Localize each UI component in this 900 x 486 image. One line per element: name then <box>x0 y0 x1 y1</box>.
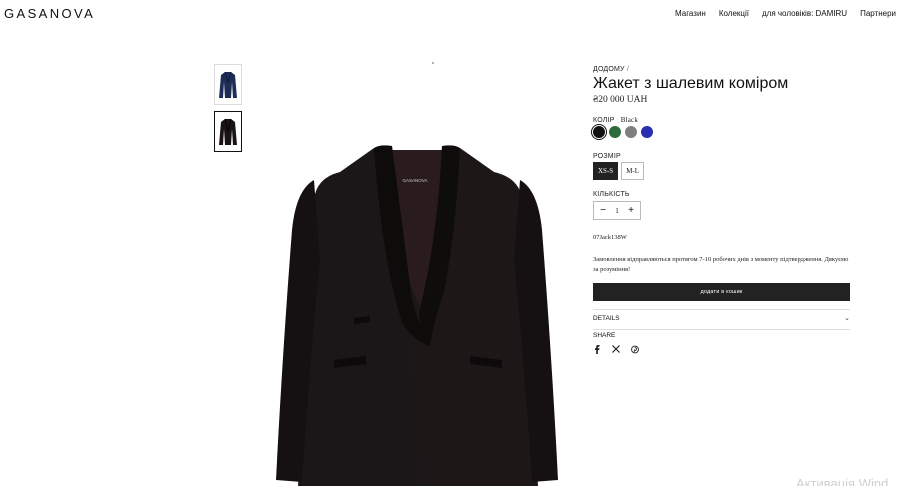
details-accordion[interactable]: DETAILS ⌄ <box>593 315 850 327</box>
site-header: GASANOVA Магазин Колекції для чоловіків:… <box>0 0 900 30</box>
jacket-brand-label: GASANOVA <box>403 178 428 183</box>
quantity-value[interactable]: 1 <box>615 207 619 215</box>
shipping-note: Замовлення відправляються протягом 7-10 … <box>593 256 849 273</box>
size-xs-s[interactable]: XS-S <box>593 162 619 180</box>
add-to-cart-button[interactable]: додати в кошик <box>593 283 850 301</box>
nav-partners[interactable]: Партнери <box>860 9 896 18</box>
product-title: Жакет з шалевим коміром <box>593 75 789 92</box>
size-label: РОЗМІР <box>593 153 621 160</box>
divider <box>593 329 850 330</box>
color-swatches <box>593 126 653 138</box>
site-logo[interactable]: GASANOVA <box>4 6 95 21</box>
divider <box>593 309 850 310</box>
product-price: ₴20 000 UAH <box>593 95 648 105</box>
pinterest-icon[interactable] <box>631 344 639 354</box>
nav-collections[interactable]: Колекції <box>719 9 749 18</box>
breadcrumb-home[interactable]: ДОДОМУ <box>593 66 625 73</box>
thumbnail-black-jacket[interactable] <box>214 111 242 152</box>
product-sku: 07Jack138W <box>593 234 627 241</box>
share-label: SHARE <box>593 332 616 339</box>
color-label-row: КОЛІР Black <box>593 116 638 124</box>
nav-men[interactable]: для чоловіків: DAMIRU <box>762 9 847 18</box>
breadcrumb-separator: / <box>626 66 630 73</box>
swatch-black[interactable] <box>593 126 605 138</box>
swatch-grey[interactable] <box>625 126 637 138</box>
quantity-stepper: − 1 + <box>593 201 641 220</box>
thumbnail-navy-jacket[interactable] <box>214 64 242 105</box>
os-activation-watermark: Активація Wind <box>796 476 889 486</box>
product-image: GASANOVA <box>262 60 572 486</box>
color-value: Black <box>620 116 639 124</box>
size-m-l[interactable]: M-L <box>621 162 645 180</box>
quantity-decrease-button[interactable]: − <box>598 205 608 216</box>
chevron-down-icon: ⌄ <box>844 315 850 322</box>
quantity-increase-button[interactable]: + <box>626 205 636 216</box>
swatch-green[interactable] <box>609 126 621 138</box>
details-label: DETAILS <box>593 315 620 322</box>
nav-shop[interactable]: Магазин <box>675 9 706 18</box>
quantity-label: КІЛЬКІСТЬ <box>593 191 630 198</box>
facebook-icon[interactable] <box>593 344 601 354</box>
color-label: КОЛІР <box>593 117 615 124</box>
size-options: XS-S M-L <box>593 162 645 180</box>
share-icons <box>593 344 639 354</box>
x-icon[interactable] <box>612 344 620 354</box>
breadcrumb: ДОДОМУ / <box>593 66 629 73</box>
swatch-blue[interactable] <box>641 126 653 138</box>
main-nav: Магазин Колекції для чоловіків: DAMIRU П… <box>662 9 896 18</box>
